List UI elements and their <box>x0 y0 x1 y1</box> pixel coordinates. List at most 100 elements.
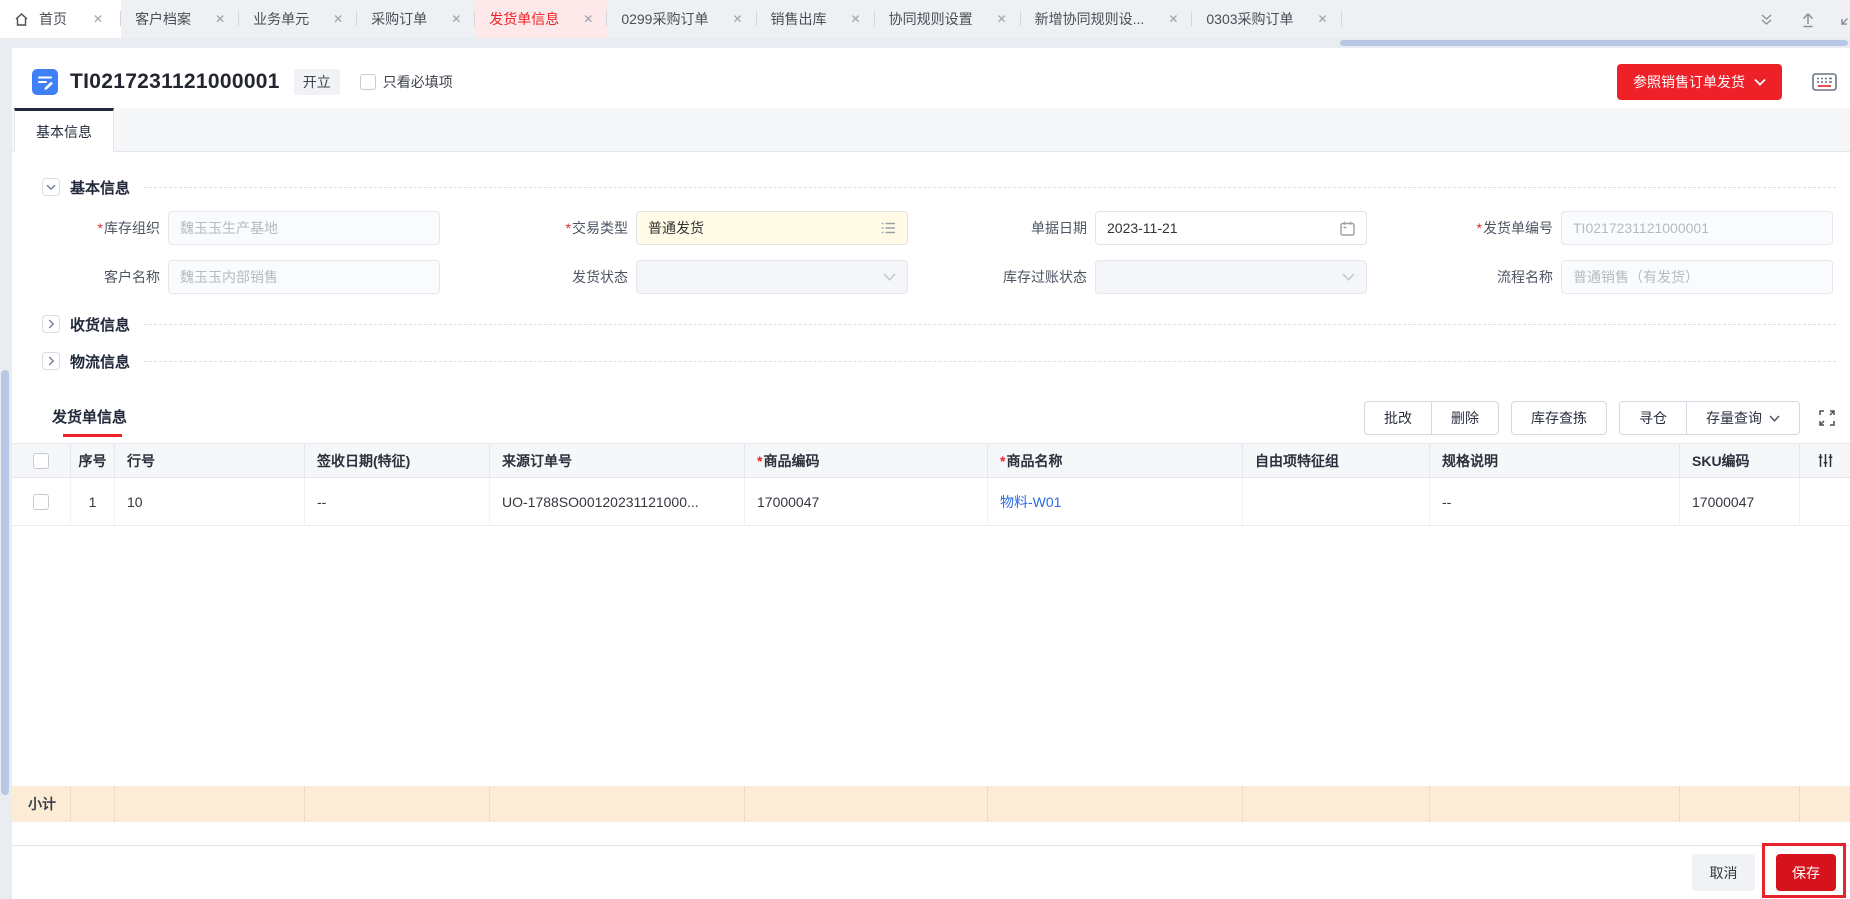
field-label: 发货状态 <box>498 267 628 287</box>
delivery-no-input[interactable]: TI0217231121000001 <box>1561 211 1833 245</box>
stock-query-button[interactable]: 存量查询 <box>1686 401 1800 435</box>
section-logistics-header: 物流信息 <box>42 349 1836 373</box>
chevron-down-icon <box>1754 78 1766 86</box>
cancel-button[interactable]: 取消 <box>1692 854 1755 891</box>
close-icon[interactable]: ✕ <box>851 13 861 25</box>
row-checkbox[interactable] <box>33 494 49 510</box>
stock-pick-button[interactable]: 库存查拣 <box>1511 401 1607 435</box>
close-icon[interactable]: ✕ <box>732 13 742 25</box>
field-label: 库存组织 <box>104 220 160 236</box>
tab-0299-purchase-order[interactable]: 0299采购订单 ✕ <box>607 0 756 38</box>
tab-label: 0303采购订单 <box>1206 9 1293 29</box>
delete-button[interactable]: 删除 <box>1431 401 1499 435</box>
batch-edit-button[interactable]: 批改 <box>1364 401 1431 435</box>
field-label: 库存过账状态 <box>957 267 1087 287</box>
only-required-label: 只看必填项 <box>383 72 453 92</box>
field-label: 发货单编号 <box>1483 220 1553 236</box>
cell-item-code: 17000047 <box>745 478 988 525</box>
horizontal-scrollbar-thumb[interactable] <box>1340 40 1848 46</box>
col-source-order[interactable]: 来源订单号 <box>490 444 745 477</box>
field-flow-name: 流程名称 普通销售（有发货） <box>1423 260 1833 294</box>
section-basic-info-header: 基本信息 <box>42 175 1836 199</box>
cell-source-order: UO-1788SO00120231121000... <box>490 478 745 525</box>
grid-header-row: 发货单信息 批改 删除 库存查拣 寻仓 存量查询 <box>12 400 1850 443</box>
tab-list-chevrons-icon[interactable] <box>1759 12 1774 27</box>
collapse-chevron-down-icon[interactable] <box>42 178 60 196</box>
required-marker: * <box>757 453 762 469</box>
collapse-chevron-right-icon[interactable] <box>42 352 60 370</box>
tab-business-unit[interactable]: 业务单元 ✕ <box>239 0 357 38</box>
tab-delivery-info-active[interactable]: 发货单信息 ✕ <box>475 0 607 38</box>
tab-sales-outbound[interactable]: 销售出库 ✕ <box>757 0 875 38</box>
trade-type-input[interactable]: 普通发货 <box>636 211 908 245</box>
close-icon[interactable]: ✕ <box>583 13 593 25</box>
save-button[interactable]: 保存 <box>1776 854 1836 891</box>
close-icon[interactable]: ✕ <box>451 13 461 25</box>
flow-name-input[interactable]: 普通销售（有发货） <box>1561 260 1833 294</box>
tab-basic-info[interactable]: 基本信息 <box>14 108 114 152</box>
subtotal-label: 小计 <box>12 786 71 822</box>
col-item-code[interactable]: *商品编码 <box>745 444 988 477</box>
field-doc-date: 单据日期 2023-11-21 <box>957 211 1367 245</box>
tab-home[interactable]: 首页 ✕ <box>0 0 121 38</box>
chevron-down-icon <box>883 273 896 281</box>
grid-fullscreen-icon[interactable] <box>1818 409 1836 427</box>
column-settings-icon[interactable] <box>1818 453 1833 468</box>
select-all-checkbox[interactable] <box>33 453 49 469</box>
field-customer-name: 客户名称 魏玉玉内部销售 <box>30 260 440 294</box>
only-required-checkbox-wrap[interactable]: 只看必填项 <box>360 72 453 92</box>
tab-customer-archive[interactable]: 客户档案 ✕ <box>121 0 239 38</box>
expand-corner-icon[interactable] <box>1840 8 1850 26</box>
customer-name-input[interactable]: 魏玉玉内部销售 <box>168 260 440 294</box>
col-sign-date[interactable]: 签收日期(特征) <box>305 444 490 477</box>
cell-seq: 1 <box>71 478 115 525</box>
cell-spec: -- <box>1430 478 1680 525</box>
col-feature-group[interactable]: 自由项特征组 <box>1243 444 1430 477</box>
close-icon[interactable]: ✕ <box>1318 13 1328 25</box>
required-marker: * <box>98 220 103 236</box>
list-picker-icon[interactable] <box>881 222 896 234</box>
table-row[interactable]: 1 10 -- UO-1788SO00120231121000... 17000… <box>12 478 1850 526</box>
close-icon[interactable]: ✕ <box>997 13 1007 25</box>
close-icon[interactable]: ✕ <box>93 13 103 25</box>
posting-status-select[interactable] <box>1095 260 1367 294</box>
only-required-checkbox[interactable] <box>360 74 376 90</box>
tab-collab-rule-settings[interactable]: 协同规则设置 ✕ <box>875 0 1021 38</box>
field-label: 单据日期 <box>957 218 1087 238</box>
close-icon[interactable]: ✕ <box>215 13 225 25</box>
field-label: 交易类型 <box>572 220 628 236</box>
tabbar-tools <box>1743 0 1850 38</box>
doc-date-input[interactable]: 2023-11-21 <box>1095 211 1367 245</box>
tab-label: 新增协同规则设... <box>1035 9 1145 29</box>
close-icon[interactable]: ✕ <box>1168 13 1178 25</box>
tab-0303-purchase-order[interactable]: 0303采购订单 ✕ <box>1192 0 1341 38</box>
inventory-org-input[interactable]: 魏玉玉生产基地 <box>168 211 440 245</box>
item-name-link[interactable]: 物料-W01 <box>1000 492 1061 512</box>
document-header: TI0217231121000001 开立 只看必填项 参照销售订单发货 <box>32 60 1837 104</box>
section-title: 物流信息 <box>70 351 130 372</box>
grid-toolbar: 批改 删除 库存查拣 寻仓 存量查询 <box>1364 400 1836 436</box>
find-warehouse-button[interactable]: 寻仓 <box>1619 401 1686 435</box>
ref-sales-order-delivery-button[interactable]: 参照销售订单发货 <box>1617 64 1782 100</box>
tab-new-collab-rule[interactable]: 新增协同规则设... ✕ <box>1021 0 1193 38</box>
home-icon <box>14 12 29 27</box>
close-icon[interactable]: ✕ <box>333 13 343 25</box>
vertical-scrollbar-thumb[interactable] <box>1 370 9 795</box>
col-sku[interactable]: SKU编码 <box>1680 444 1800 477</box>
col-seq[interactable]: 序号 <box>71 444 115 477</box>
main-tab-strip: 基本信息 <box>12 108 1850 152</box>
col-spec[interactable]: 规格说明 <box>1430 444 1680 477</box>
collapse-up-icon[interactable] <box>1800 11 1816 28</box>
tab-label: 0299采购订单 <box>621 9 708 29</box>
calendar-icon[interactable] <box>1340 221 1355 236</box>
active-tab-underline <box>63 434 122 437</box>
keyboard-shortcuts-icon[interactable] <box>1812 72 1837 92</box>
col-item-name[interactable]: *商品名称 <box>988 444 1243 477</box>
field-posting-status: 库存过账状态 <box>957 260 1367 294</box>
col-line-no[interactable]: 行号 <box>115 444 305 477</box>
delivery-status-select[interactable] <box>636 260 908 294</box>
tab-purchase-order[interactable]: 采购订单 ✕ <box>357 0 475 38</box>
grid-tab-delivery-info[interactable]: 发货单信息 <box>52 406 127 437</box>
collapse-chevron-right-icon[interactable] <box>42 315 60 333</box>
required-marker: * <box>1477 220 1482 236</box>
